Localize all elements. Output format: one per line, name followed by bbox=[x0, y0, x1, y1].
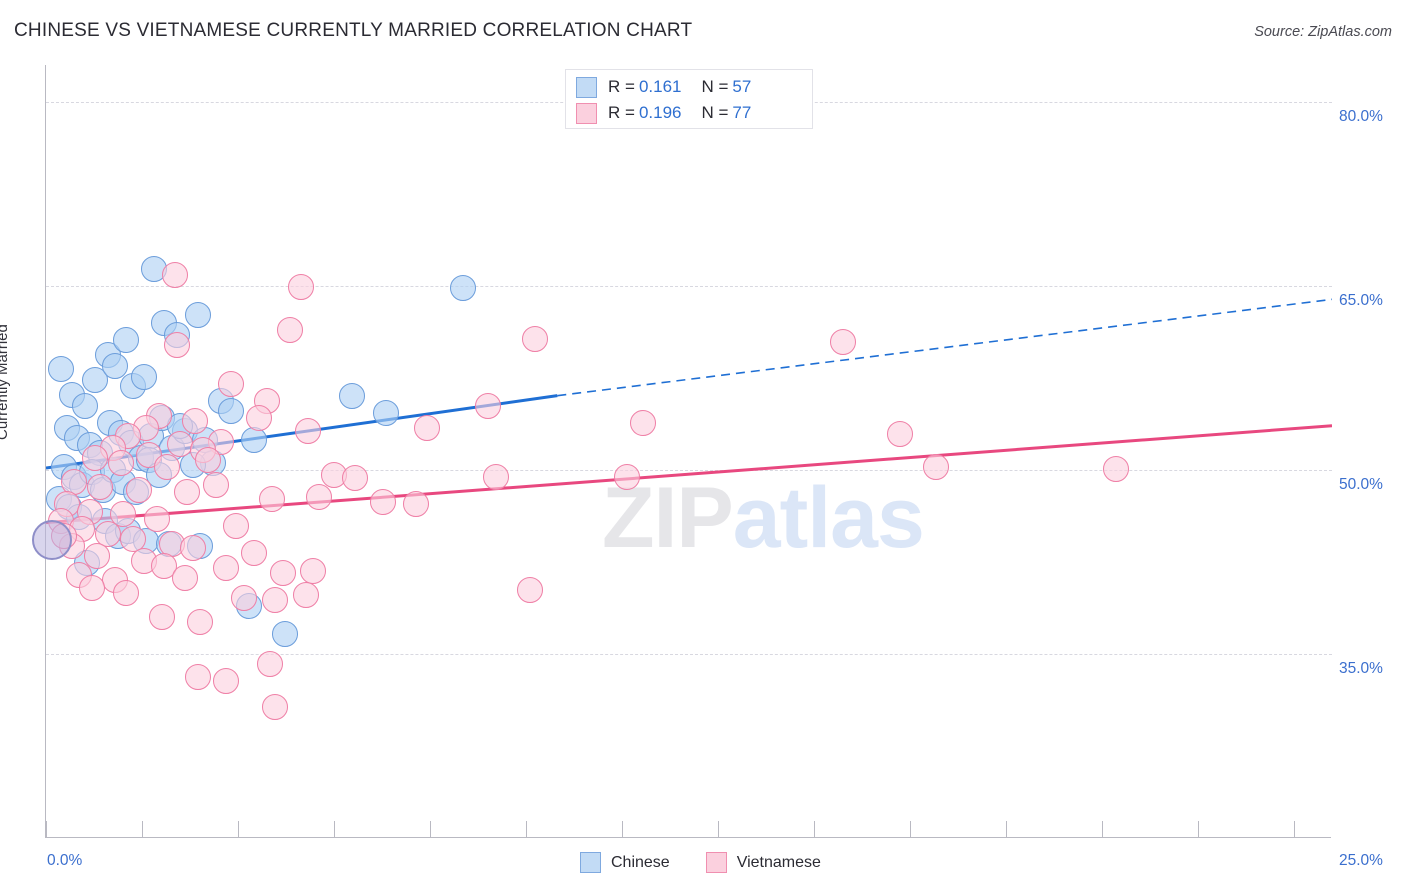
y-axis-tick-label: 80.0% bbox=[1339, 107, 1383, 125]
y-axis-tick-label: 50.0% bbox=[1339, 475, 1383, 493]
scatter-point bbox=[629, 410, 656, 437]
scatter-point bbox=[287, 274, 314, 301]
scatter-point bbox=[295, 417, 322, 444]
legend-item-vietnamese[interactable]: Vietnamese bbox=[705, 852, 821, 873]
trendline-dashed bbox=[557, 298, 1332, 397]
scatter-point bbox=[87, 474, 113, 501]
chinese-r-label: R = bbox=[608, 77, 635, 96]
scatter-point bbox=[112, 326, 139, 353]
chinese-n-label: N = bbox=[701, 77, 729, 96]
scatter-point bbox=[143, 505, 170, 532]
scatter-point bbox=[195, 447, 222, 474]
scatter-point bbox=[300, 557, 327, 584]
scatter-point bbox=[231, 584, 258, 611]
scatter-point bbox=[269, 559, 296, 586]
chart-page: CHINESE VS VIETNAMESE CURRENTLY MARRIED … bbox=[0, 0, 1406, 892]
scatter-point bbox=[261, 586, 288, 613]
scatter-point bbox=[218, 398, 245, 424]
scatter-point bbox=[107, 449, 134, 476]
scatter-point bbox=[213, 555, 240, 582]
scatter-point bbox=[130, 363, 157, 390]
vietnamese-r-value: 0.196 bbox=[638, 103, 682, 122]
chinese-n-value: 57 bbox=[732, 77, 752, 96]
trendline-layer bbox=[46, 298, 1332, 525]
correlation-stats-box: R = 0.161 N = 57 R = 0.196 N = 77 bbox=[565, 69, 813, 129]
scatter-point bbox=[112, 579, 139, 606]
vietnamese-n-value: 77 bbox=[732, 103, 752, 122]
y-axis-title: Currently Married bbox=[0, 324, 11, 440]
scatter-point bbox=[369, 488, 396, 515]
page-title: CHINESE VS VIETNAMESE CURRENTLY MARRIED … bbox=[14, 20, 693, 41]
scatter-point bbox=[166, 431, 193, 458]
scatter-point bbox=[1102, 455, 1129, 482]
scatter-point bbox=[79, 574, 106, 601]
y-axis-tick-label: 65.0% bbox=[1339, 291, 1383, 309]
vietnamese-r-label: R = bbox=[608, 103, 635, 122]
x-axis-tick-label-min: 0.0% bbox=[47, 852, 83, 869]
scatter-point bbox=[81, 444, 108, 471]
source-label: Source: ZipAtlas.com bbox=[1254, 24, 1392, 40]
scatter-point bbox=[372, 400, 399, 427]
scatter-point bbox=[261, 693, 288, 720]
vietnamese-swatch-icon bbox=[576, 102, 597, 124]
scatter-point bbox=[184, 664, 211, 691]
scatter-point bbox=[125, 476, 152, 503]
scatter-point bbox=[179, 535, 206, 562]
legend-label-chinese: Chinese bbox=[611, 853, 670, 871]
scatter-point bbox=[449, 275, 476, 302]
scatter-point bbox=[413, 415, 440, 442]
vietnamese-n-label: N = bbox=[701, 103, 729, 122]
chinese-r-value: 0.161 bbox=[638, 77, 682, 96]
scatter-point bbox=[341, 465, 368, 492]
x-axis-tick-label-max: 25.0% bbox=[1339, 852, 1383, 869]
plot-area: ZIPatlas bbox=[32, 65, 1332, 838]
scatter-point bbox=[182, 407, 209, 434]
stats-row-vietnamese: R = 0.196 N = 77 bbox=[576, 100, 751, 126]
chinese-legend-swatch-icon bbox=[580, 852, 601, 873]
vietnamese-legend-swatch-icon bbox=[705, 852, 727, 873]
scatter-point bbox=[161, 261, 188, 288]
scatter-point bbox=[171, 564, 198, 591]
stats-row-chinese: R = 0.161 N = 57 bbox=[576, 74, 751, 100]
scatter-point bbox=[305, 483, 332, 510]
chinese-swatch-icon bbox=[576, 76, 597, 98]
y-axis-tick-label: 35.0% bbox=[1339, 659, 1383, 677]
scatter-point bbox=[256, 650, 283, 677]
scatter-point bbox=[148, 604, 175, 631]
scatter-point bbox=[516, 577, 543, 604]
scatter-point bbox=[184, 302, 211, 329]
scatter-point bbox=[71, 393, 98, 420]
scatter-point bbox=[164, 331, 191, 358]
scatter-point bbox=[218, 371, 245, 398]
scatter-point-cluster bbox=[32, 519, 73, 560]
scatter-point bbox=[521, 325, 548, 352]
legend-item-chinese[interactable]: Chinese bbox=[580, 852, 670, 873]
series-legend: Chinese Vietnamese bbox=[580, 852, 857, 873]
scatter-point bbox=[213, 667, 240, 694]
scatter-point bbox=[202, 471, 229, 498]
legend-label-vietnamese: Vietnamese bbox=[736, 853, 821, 871]
scatter-point bbox=[292, 582, 319, 609]
